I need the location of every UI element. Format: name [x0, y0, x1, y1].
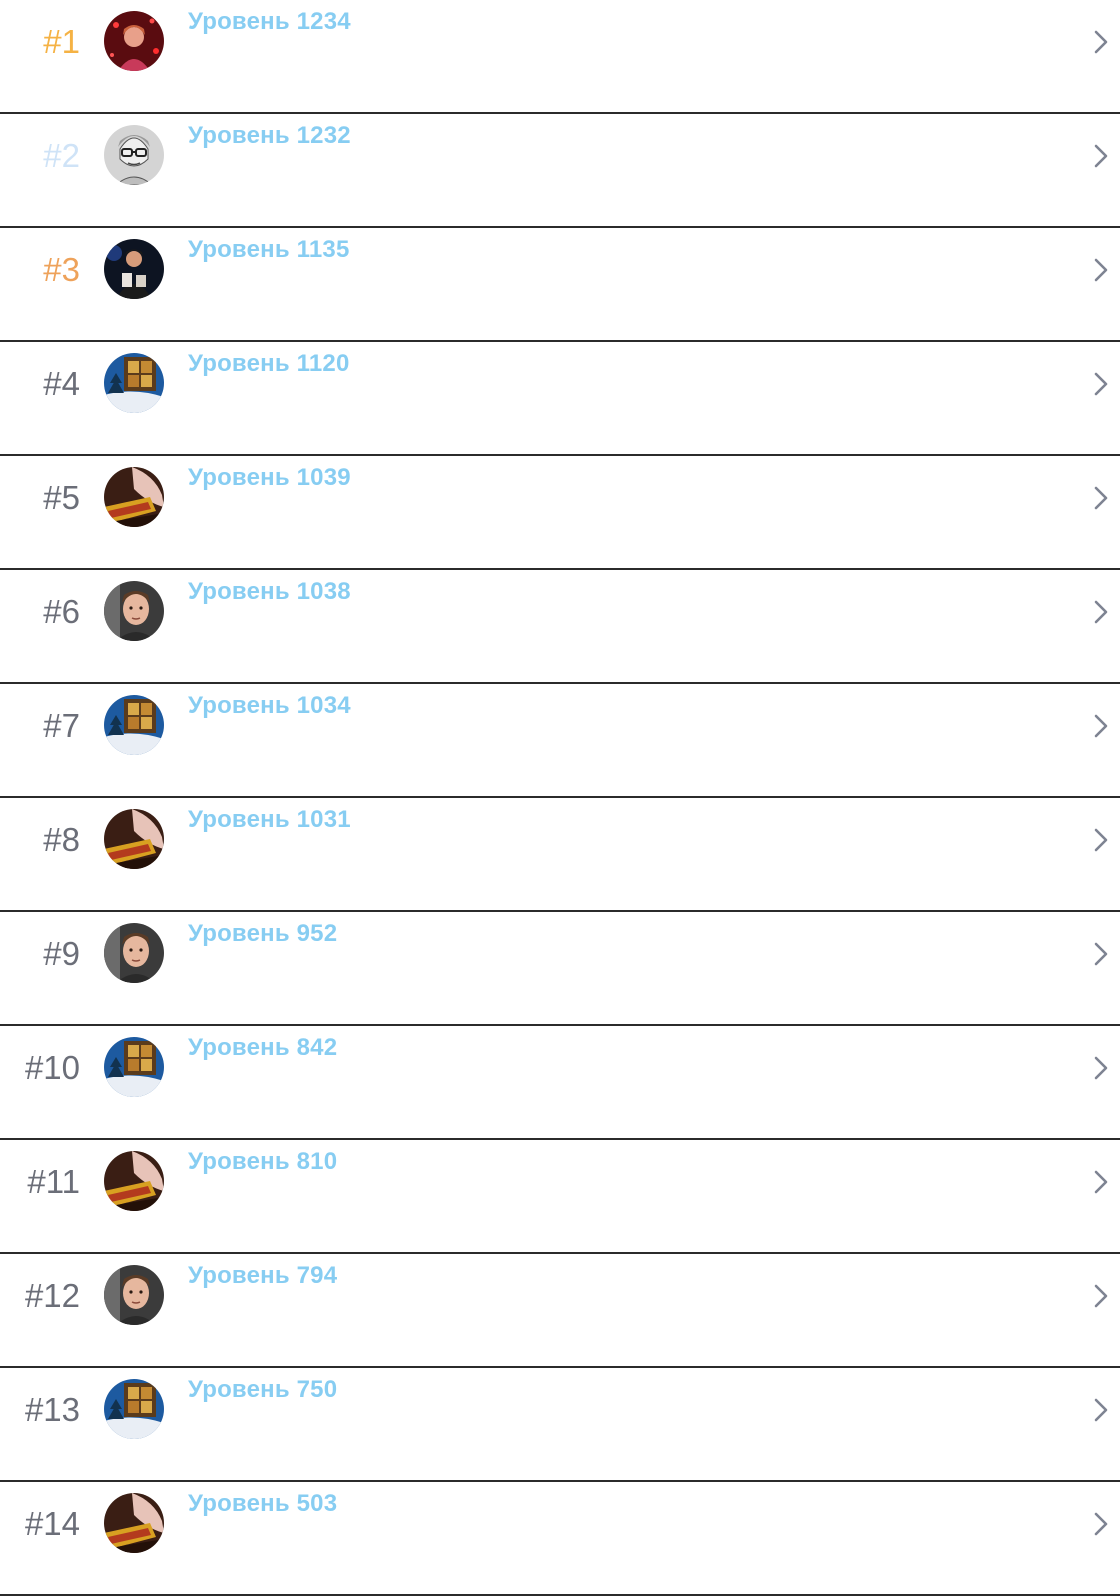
chevron-right-icon	[1088, 370, 1112, 398]
avatar	[104, 353, 164, 413]
leaderboard-row[interactable]: #11 Уровень 810	[0, 1140, 1120, 1254]
avatar	[104, 467, 164, 527]
chevron-right-icon	[1088, 1396, 1112, 1424]
leaderboard-row[interactable]: #8 Уровень 1031	[0, 798, 1120, 912]
avatar	[104, 1379, 164, 1439]
avatar	[104, 11, 164, 71]
leaderboard-row[interactable]: #13 Уровень 750	[0, 1368, 1120, 1482]
chevron-right-icon	[1088, 1510, 1112, 1538]
avatar	[104, 125, 164, 185]
rank-label: #1	[43, 23, 80, 60]
rank-label: #11	[27, 1163, 80, 1200]
rank-label: #3	[43, 251, 80, 288]
leaderboard-row[interactable]: #2 Уровень 1232	[0, 114, 1120, 228]
rank-label: #9	[43, 935, 80, 972]
level-label: Уровень 1031	[188, 806, 351, 833]
rank-label: #12	[24, 1277, 80, 1314]
avatar	[104, 1493, 164, 1553]
avatar	[104, 923, 164, 983]
leaderboard-row[interactable]: #3 Уровень 1135	[0, 228, 1120, 342]
chevron-right-icon	[1088, 940, 1112, 968]
chevron-right-icon	[1088, 256, 1112, 284]
chevron-right-icon	[1088, 598, 1112, 626]
chevron-right-icon	[1088, 1054, 1112, 1082]
leaderboard-row[interactable]: #7 Уровень 1034	[0, 684, 1120, 798]
avatar	[104, 239, 164, 299]
rank-label: #7	[43, 707, 80, 744]
level-label: Уровень 1120	[188, 350, 350, 377]
level-label: Уровень 1034	[188, 692, 351, 719]
level-label: Уровень 842	[188, 1034, 338, 1061]
chevron-right-icon	[1088, 1282, 1112, 1310]
level-label: Уровень 794	[188, 1262, 338, 1289]
chevron-right-icon	[1088, 142, 1112, 170]
rank-label: #10	[24, 1049, 80, 1086]
chevron-right-icon	[1088, 826, 1112, 854]
rank-label: #8	[43, 821, 80, 858]
rank-label: #13	[24, 1391, 80, 1428]
leaderboard-row[interactable]: #5 Уровень 1039	[0, 456, 1120, 570]
rank-label: #5	[43, 479, 80, 516]
avatar	[104, 1265, 164, 1325]
rank-label: #6	[43, 593, 80, 630]
chevron-right-icon	[1088, 484, 1112, 512]
level-label: Уровень 503	[188, 1490, 338, 1517]
avatar	[104, 1151, 164, 1211]
avatar	[104, 1037, 164, 1097]
level-label: Уровень 1234	[188, 8, 351, 35]
leaderboard-row[interactable]: #6 Уровень 1038	[0, 570, 1120, 684]
leaderboard-row[interactable]: #9 Уровень 952	[0, 912, 1120, 1026]
rank-label: #2	[43, 137, 80, 174]
level-label: Уровень 750	[188, 1376, 338, 1403]
avatar	[104, 695, 164, 755]
leaderboard-row[interactable]: #14 Уровень 503	[0, 1482, 1120, 1596]
level-label: Уровень 952	[188, 920, 338, 947]
chevron-right-icon	[1088, 712, 1112, 740]
level-label: Уровень 1038	[188, 578, 351, 605]
chevron-right-icon	[1088, 1168, 1112, 1196]
avatar	[104, 809, 164, 869]
leaderboard-list: #1 Уровень 1234 #2 Уровень 1232 #3 Уровень…	[0, 0, 1120, 1596]
level-label: Уровень 1039	[188, 464, 351, 491]
leaderboard-row[interactable]: #10 Уровень 842	[0, 1026, 1120, 1140]
leaderboard-row[interactable]: #1 Уровень 1234	[0, 0, 1120, 114]
rank-label: #14	[24, 1505, 80, 1542]
level-label: Уровень 810	[188, 1148, 338, 1175]
rank-label: #4	[43, 365, 80, 402]
avatar	[104, 581, 164, 641]
chevron-right-icon	[1088, 28, 1112, 56]
level-label: Уровень 1232	[188, 122, 351, 149]
leaderboard-row[interactable]: #4 Уровень 1120	[0, 342, 1120, 456]
leaderboard-row[interactable]: #12 Уровень 794	[0, 1254, 1120, 1368]
level-label: Уровень 1135	[188, 236, 350, 263]
